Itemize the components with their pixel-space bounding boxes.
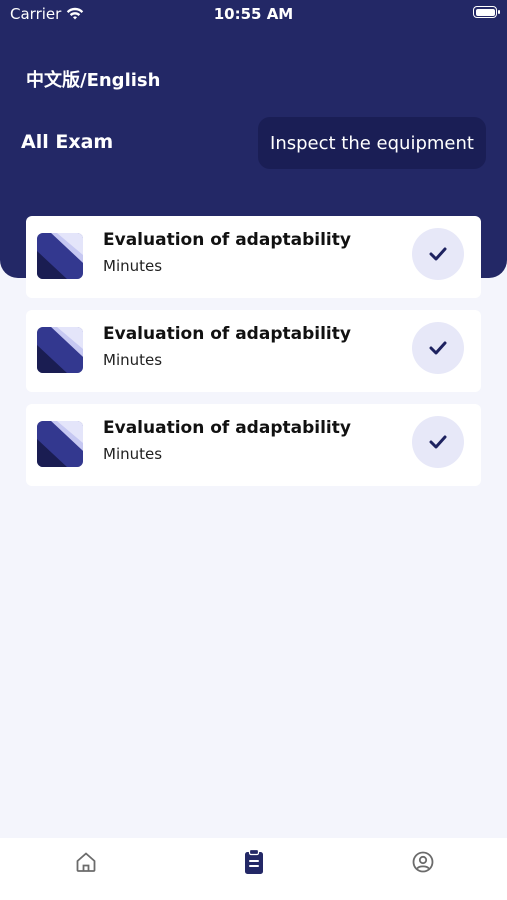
tab-exams[interactable]	[240, 848, 268, 876]
exam-card[interactable]: Evaluation of adaptability Minutes	[26, 216, 481, 298]
exam-subtitle: Minutes	[103, 351, 163, 369]
battery-icon	[473, 6, 500, 18]
status-bar: Carrier 10:55 AM	[0, 0, 507, 28]
exam-thumbnail-icon	[37, 327, 83, 373]
home-icon	[76, 852, 96, 872]
inspect-equipment-button[interactable]: Inspect the equipment	[258, 117, 486, 169]
exam-subtitle: Minutes	[103, 445, 163, 463]
language-toggle[interactable]: 中文版/English	[26, 66, 160, 92]
exam-card[interactable]: Evaluation of adaptability Minutes	[26, 310, 481, 392]
status-time: 10:55 AM	[213, 5, 294, 23]
exam-title: Evaluation of adaptability	[103, 230, 351, 250]
exam-title: Evaluation of adaptability	[103, 418, 351, 438]
check-icon	[429, 247, 447, 261]
clipboard-icon	[245, 849, 263, 874]
profile-icon	[412, 851, 434, 873]
tab-home[interactable]	[72, 848, 100, 876]
check-icon	[429, 435, 447, 449]
section-title: All Exam	[21, 131, 114, 153]
tab-profile[interactable]	[409, 848, 437, 876]
exam-status-button[interactable]	[412, 416, 464, 468]
exam-status-button[interactable]	[412, 228, 464, 280]
exam-status-button[interactable]	[412, 322, 464, 374]
exam-title: Evaluation of adaptability	[103, 324, 351, 344]
exam-thumbnail-icon	[37, 233, 83, 279]
exam-card[interactable]: Evaluation of adaptability Minutes	[26, 404, 481, 486]
check-icon	[429, 341, 447, 355]
exam-thumbnail-icon	[37, 421, 83, 467]
exam-subtitle: Minutes	[103, 257, 163, 275]
tab-bar	[0, 838, 507, 900]
